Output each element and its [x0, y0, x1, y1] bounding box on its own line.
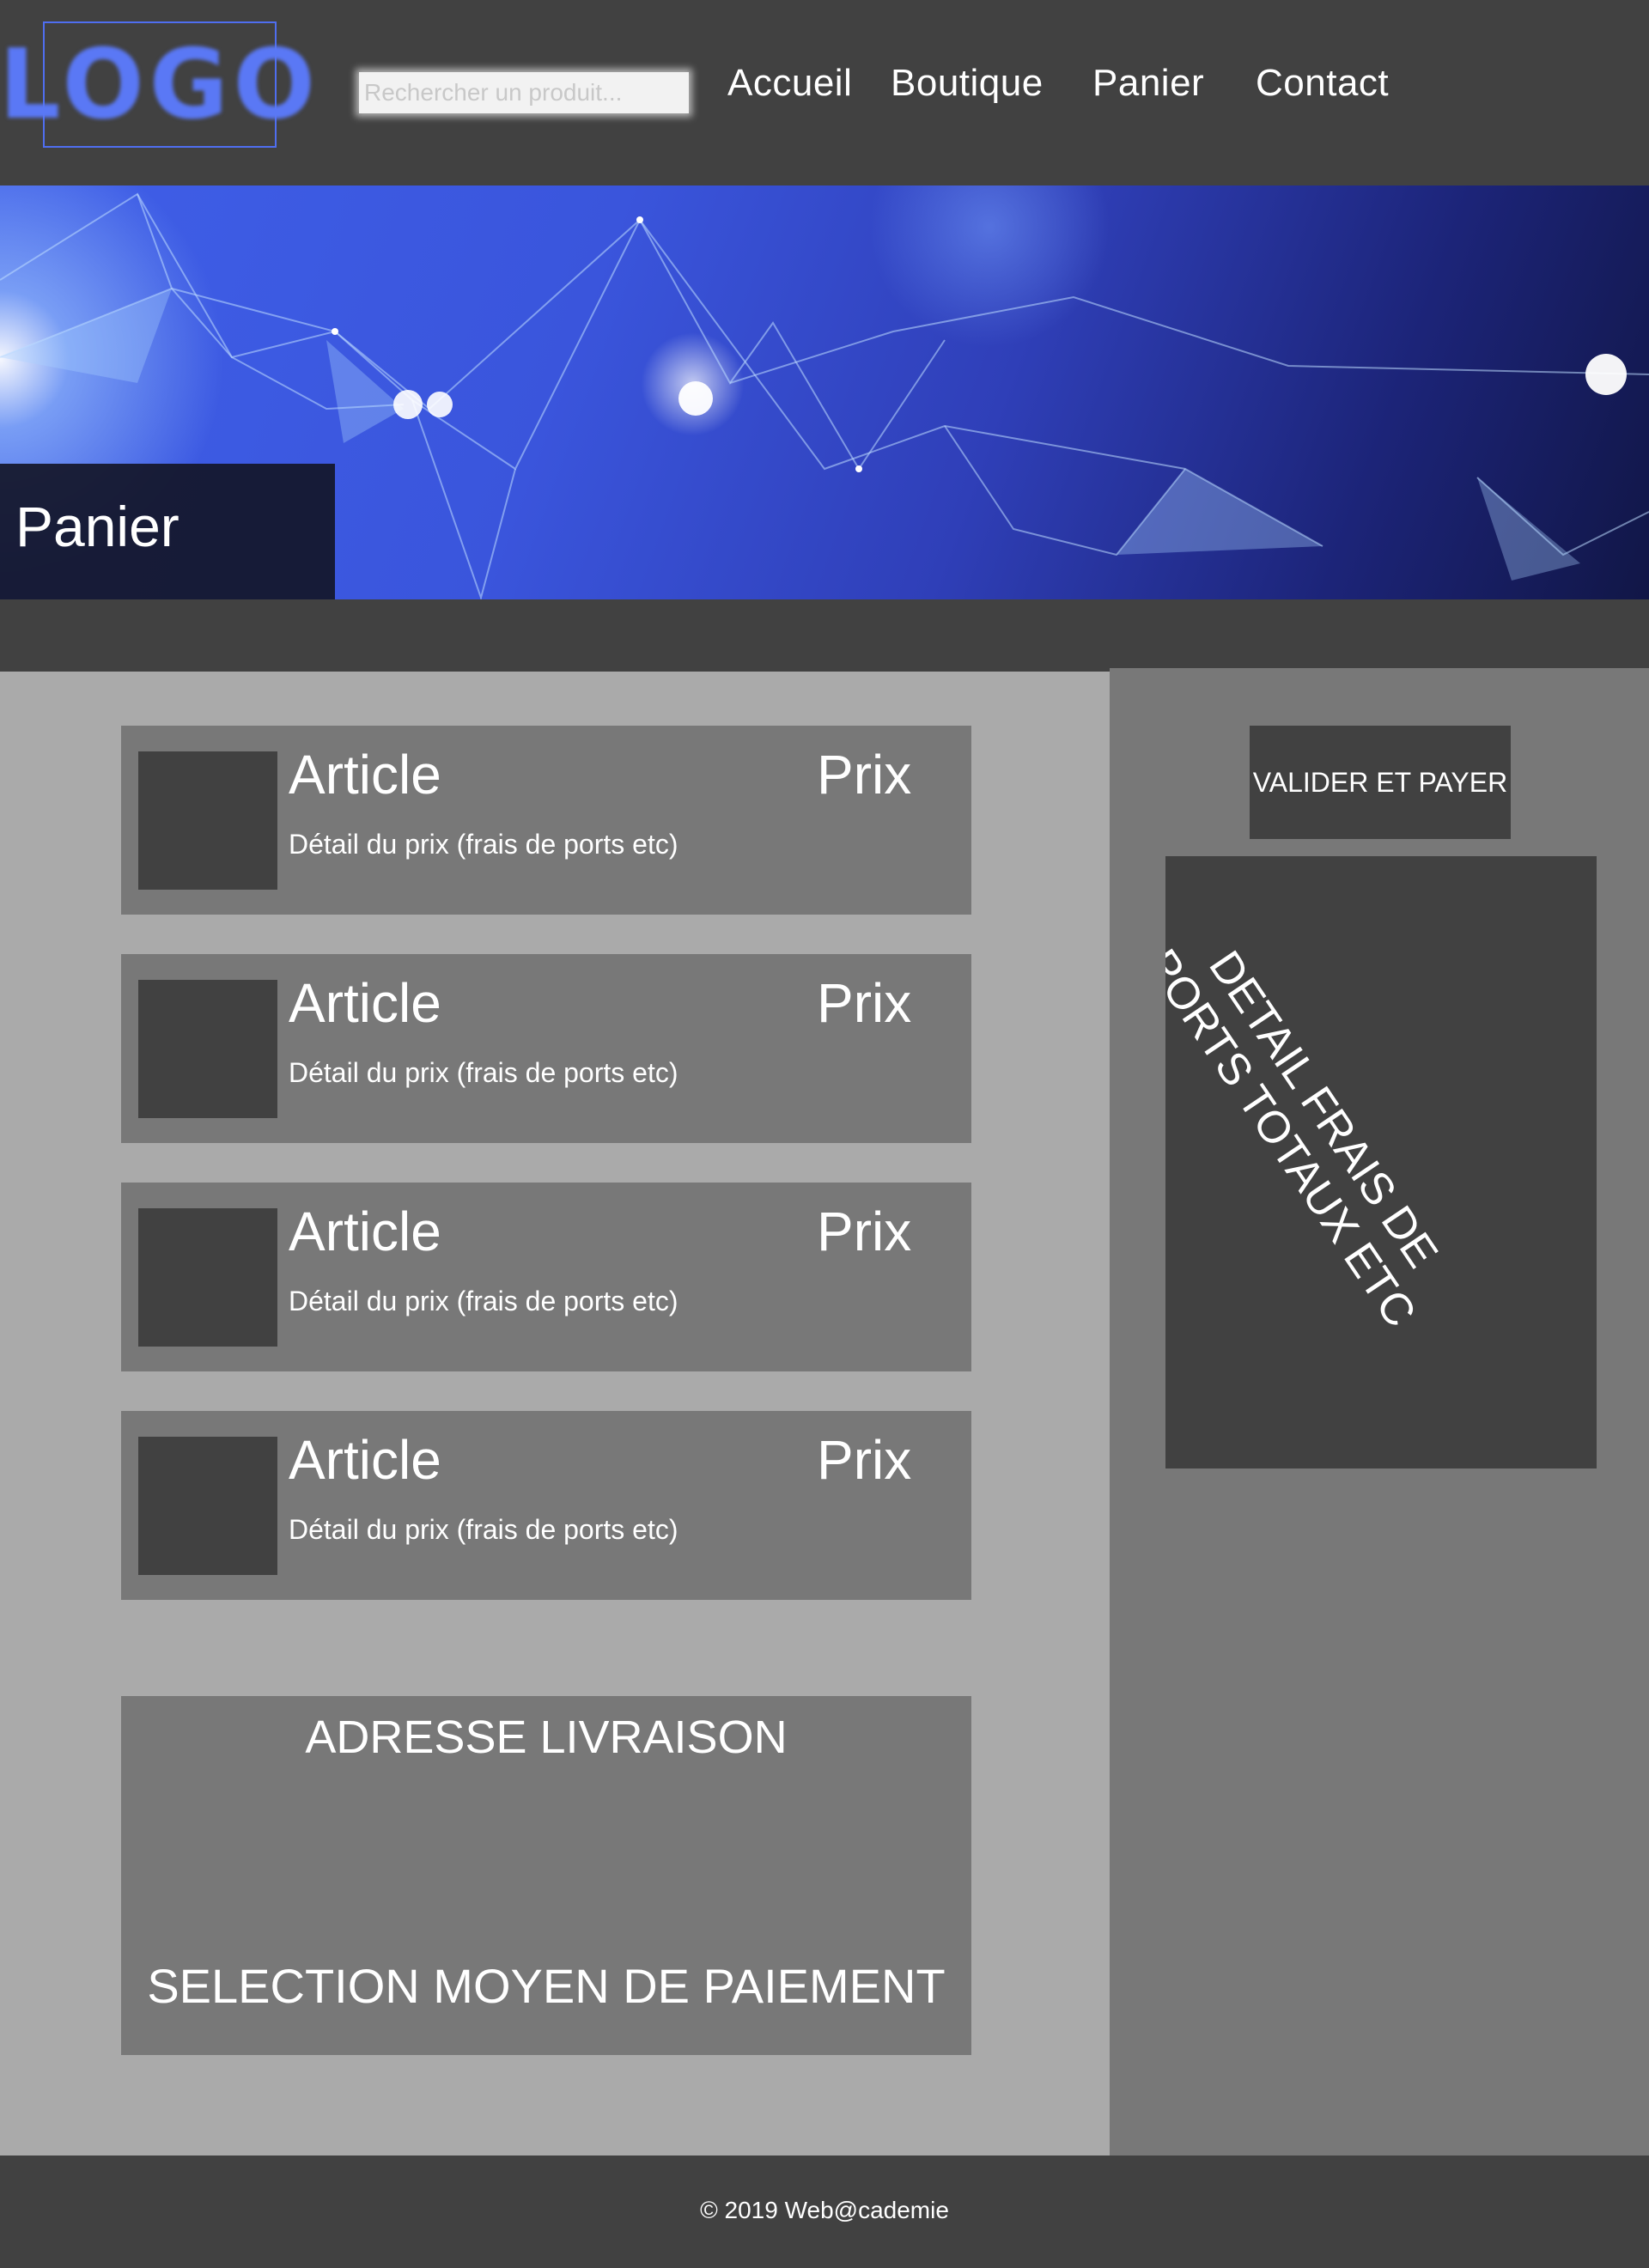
item-detail: Détail du prix (frais de ports etc) — [289, 1514, 678, 1545]
shipping-detail-text: DETAIL FRAIS DE PORTS TOTAUX ETC — [1165, 940, 1448, 1336]
nav-panier[interactable]: Panier — [1092, 62, 1204, 105]
item-title: Article — [289, 972, 441, 1034]
page-title: Panier — [15, 495, 180, 558]
nav-accueil[interactable]: Accueil — [727, 62, 852, 105]
logo[interactable]: LOGO — [0, 21, 315, 148]
nav-boutique[interactable]: Boutique — [891, 62, 1044, 105]
item-detail: Détail du prix (frais de ports etc) — [289, 1286, 678, 1316]
search-input[interactable] — [359, 72, 689, 113]
item-thumbnail — [138, 1208, 277, 1347]
item-detail: Détail du prix (frais de ports etc) — [289, 829, 678, 860]
item-price: Prix — [817, 1201, 912, 1262]
item-thumbnail — [138, 751, 277, 890]
payment-method-title[interactable]: SELECTION MOYEN DE PAIEMENT — [121, 1958, 971, 2014]
cart-item[interactable]: Article Prix Détail du prix (frais de po… — [121, 1183, 971, 1371]
item-title: Article — [289, 1429, 441, 1491]
address-title: ADRESSE LIVRAISON — [305, 1712, 788, 1763]
cart-item[interactable]: Article Prix Détail du prix (frais de po… — [121, 726, 971, 915]
hero-bottom-band — [0, 599, 1649, 672]
cart-item[interactable]: Article Prix Détail du prix (frais de po… — [121, 954, 971, 1143]
item-title: Article — [289, 744, 441, 806]
item-price: Prix — [817, 1429, 912, 1491]
item-price: Prix — [817, 972, 912, 1034]
item-detail: Détail du prix (frais de ports etc) — [289, 1057, 678, 1088]
cart-item[interactable]: Article Prix Détail du prix (frais de po… — [121, 1411, 971, 1600]
logo-text: LOGO — [0, 28, 320, 141]
validate-pay-button[interactable]: VALIDER ET PAYER — [1250, 726, 1511, 839]
copyright-text: © 2019 Web@cademie — [700, 2197, 949, 2223]
item-title: Article — [289, 1201, 441, 1262]
shipping-detail-panel: DETAIL FRAIS DE PORTS TOTAUX ETC — [1165, 856, 1597, 1468]
nav-contact[interactable]: Contact — [1256, 62, 1389, 105]
item-thumbnail — [138, 1437, 277, 1575]
item-thumbnail — [138, 980, 277, 1118]
item-price: Prix — [817, 744, 912, 806]
